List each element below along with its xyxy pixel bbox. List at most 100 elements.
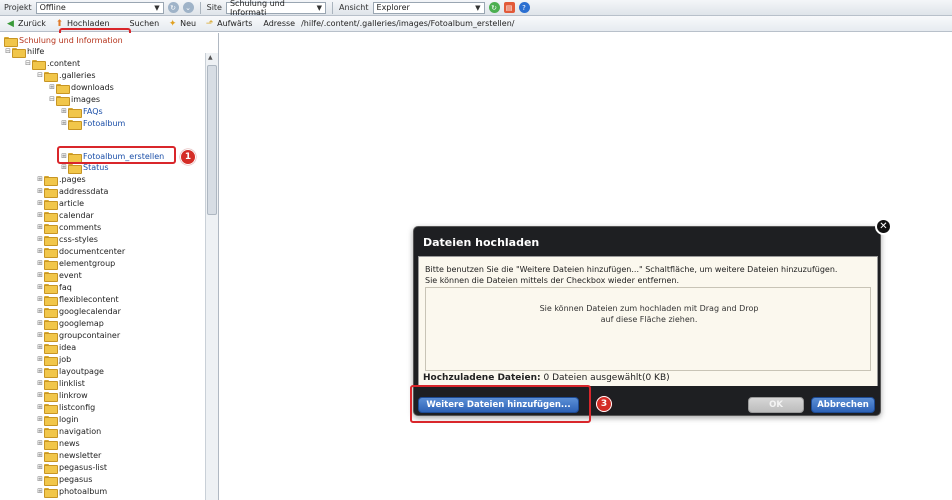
- tree-item[interactable]: ⊞ photoalbum: [36, 485, 107, 498]
- tree-item[interactable]: ⊞ googlecalendar: [36, 305, 121, 318]
- preferences-icon[interactable]: ▤: [503, 2, 515, 13]
- dialog-instruction: Bitte benutzen Sie die "Weitere Dateien …: [425, 265, 838, 285]
- close-icon[interactable]: ✕: [875, 218, 892, 235]
- projekt-select[interactable]: Offline ▼: [35, 1, 164, 14]
- tree-item[interactable]: ⊞ job: [36, 353, 71, 366]
- folder-icon: [44, 463, 58, 474]
- tree-item[interactable]: ⊞ linkrow: [36, 389, 88, 402]
- address-value[interactable]: /hilfe/.content/.galleries/images/Fotoal…: [301, 19, 514, 28]
- tree-item-label: googlemap: [59, 318, 104, 328]
- scrollbar-thumb[interactable]: [207, 65, 217, 215]
- help-icon[interactable]: ?: [518, 2, 530, 13]
- tree-item[interactable]: ⊞ googlemap: [36, 317, 104, 330]
- expand-icon: ⊞: [37, 331, 43, 339]
- tree-item[interactable]: ⊞ downloads: [48, 81, 114, 94]
- folder-icon: [44, 343, 58, 354]
- expand-icon: ⊞: [37, 271, 43, 279]
- tree-item[interactable]: ⊟ hilfe: [4, 45, 44, 58]
- expand-icon: ⊞: [37, 235, 43, 243]
- tree-item[interactable]: ⊞ .pages: [36, 173, 86, 186]
- folder-icon: [44, 187, 58, 198]
- tree-item[interactable]: ⊞ FAQs: [60, 105, 103, 118]
- folder-icon: [44, 487, 58, 498]
- tree-item[interactable]: ⊞ css-styles: [36, 233, 98, 246]
- tree-item[interactable]: ⊞ event: [36, 269, 82, 282]
- tree-item-label: .pages: [59, 174, 86, 184]
- folder-icon: [56, 83, 70, 94]
- tree-item[interactable]: ⊞ documentcenter: [36, 245, 125, 258]
- tree-item[interactable]: ⊞ layoutpage: [36, 365, 104, 378]
- cancel-button[interactable]: Abbrechen: [811, 397, 875, 413]
- collapse-icon: ⊟: [5, 47, 11, 55]
- folder-icon: [44, 355, 58, 366]
- new-button[interactable]: ✦ Neu: [164, 17, 199, 31]
- tree-item[interactable]: ⊞ elementgroup: [36, 257, 116, 270]
- folder-icon: [44, 247, 58, 258]
- ok-button[interactable]: OK: [748, 397, 804, 413]
- folder-icon: [44, 211, 58, 222]
- folder-icon: [56, 95, 70, 106]
- tree-item[interactable]: ⊟ .galleries: [36, 69, 96, 82]
- expand-icon: ⊞: [37, 463, 43, 471]
- tree-item[interactable]: ⊞ calendar: [36, 209, 94, 222]
- tree-item[interactable]: ⊟ images: [48, 93, 100, 106]
- tree-item[interactable]: ⊞ flexiblecontent: [36, 293, 119, 306]
- ansicht-select-value: Explorer: [376, 3, 410, 12]
- tree-item-label: article: [59, 198, 85, 208]
- tree-item[interactable]: ⊞ listconfig: [36, 401, 95, 414]
- tree-scrollbar[interactable]: ▲: [205, 53, 218, 500]
- tree-item-label: css-styles: [59, 234, 98, 244]
- tree-item-label: elementgroup: [59, 258, 116, 268]
- tree-item[interactable]: ⊞ addressdata: [36, 185, 108, 198]
- tree-item-label: navigation: [59, 426, 102, 436]
- tree-item-label: linkrow: [59, 390, 88, 400]
- upload-status-label: Hochzuladene Dateien:: [423, 373, 541, 383]
- expand-icon: ⊞: [37, 439, 43, 447]
- tree-item[interactable]: ⊞ comments: [36, 221, 101, 234]
- folder-icon: [44, 319, 58, 330]
- tree-item[interactable]: ⊞ pegasus-list: [36, 461, 107, 474]
- expand-icon: ⊞: [37, 175, 43, 183]
- upload-button-label: Hochladen: [66, 19, 110, 28]
- tree-item[interactable]: ⊞ idea: [36, 341, 76, 354]
- tree-item-label: event: [59, 270, 82, 280]
- tree-item-label: pegasus: [59, 474, 93, 484]
- folder-icon: [44, 475, 58, 486]
- search-button[interactable]: Suchen: [127, 17, 163, 31]
- tree-item[interactable]: ⊞ groupcontainer: [36, 329, 120, 342]
- arrow-left-icon: ◀: [7, 18, 14, 29]
- tree-item[interactable]: ⊟ .content: [24, 57, 80, 70]
- folder-icon: [44, 71, 58, 82]
- scroll-up-icon[interactable]: ▲: [208, 54, 213, 61]
- step-badge-3: 3: [596, 396, 612, 412]
- tree-item[interactable]: ⊞ Fotoalbum: [60, 117, 126, 130]
- expand-icon: ⊞: [61, 163, 67, 171]
- site-select-value: Schulung und Informati: [229, 0, 285, 17]
- tree-item-label: Fotoalbum: [83, 118, 126, 128]
- highlight-selected-folder: [57, 146, 176, 164]
- up-button-label: Aufwärts: [217, 19, 253, 28]
- tree-item[interactable]: ⊞ newsletter: [36, 449, 102, 462]
- tree-item[interactable]: ⊞ linklist: [36, 377, 85, 390]
- tree-item-label: newsletter: [59, 450, 102, 460]
- folder-up-icon: ⬏: [205, 18, 214, 29]
- expand-icon: ⊞: [37, 355, 43, 363]
- tree-item[interactable]: ⊞ login: [36, 413, 79, 426]
- folder-icon: [44, 199, 58, 210]
- refresh-icon[interactable]: ↻: [167, 2, 179, 13]
- expand-icon: ⊞: [37, 415, 43, 423]
- back-button[interactable]: ◀ Zurück: [2, 17, 49, 31]
- chevron-circle-icon[interactable]: ⌄: [182, 2, 194, 13]
- ansicht-select[interactable]: Explorer ▼: [372, 1, 485, 14]
- tree-item[interactable]: ⊞ navigation: [36, 425, 102, 438]
- tree-item[interactable]: ⊞ faq: [36, 281, 72, 294]
- drop-zone[interactable]: Sie können Dateien zum hochladen mit Dra…: [425, 287, 871, 371]
- site-select[interactable]: Schulung und Informati ▼: [225, 0, 326, 17]
- tree-item[interactable]: ⊞ news: [36, 437, 80, 450]
- expand-icon: ⊞: [37, 283, 43, 291]
- separator: [199, 1, 201, 14]
- up-button[interactable]: ⬏ Aufwärts: [201, 17, 255, 31]
- publish-icon[interactable]: ↻: [488, 2, 500, 13]
- tree-item[interactable]: ⊞ pegasus: [36, 473, 93, 486]
- tree-item[interactable]: ⊞ article: [36, 197, 85, 210]
